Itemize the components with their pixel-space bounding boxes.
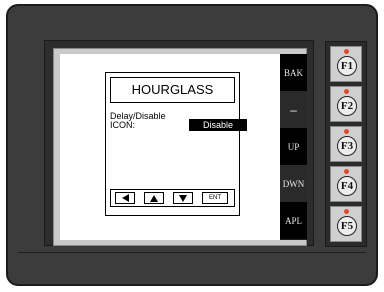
f3-led-indicator bbox=[344, 129, 349, 134]
f5-key-label: F5 bbox=[337, 216, 357, 236]
housing-divider bbox=[18, 252, 366, 253]
down-triangle-icon bbox=[179, 194, 187, 202]
ent-button[interactable]: ENT bbox=[202, 192, 228, 204]
function-key-column: F1 F2 F3 F4 F5 bbox=[325, 41, 367, 247]
up-triangle-icon bbox=[150, 194, 158, 202]
f5-led-indicator bbox=[344, 209, 349, 214]
f4-key-label: F4 bbox=[337, 176, 357, 196]
left-triangle-icon bbox=[121, 194, 129, 202]
down-key[interactable]: DWN bbox=[280, 165, 307, 202]
f3-key[interactable]: F3 bbox=[330, 126, 362, 162]
f3-key-label: F3 bbox=[337, 136, 357, 156]
up-button[interactable] bbox=[144, 192, 164, 204]
f1-key-label: F1 bbox=[337, 56, 357, 76]
up-key[interactable]: UP bbox=[280, 128, 307, 165]
ent-label: ENT bbox=[209, 195, 221, 201]
field-label-icon: ICON: bbox=[110, 120, 136, 130]
f2-key[interactable]: F2 bbox=[330, 86, 362, 122]
side-key-strip: BAK – UP DWN APL bbox=[280, 54, 307, 240]
display-screen: HOURGLASS Delay/Disable ICON: Disable EN… bbox=[60, 54, 280, 240]
apl-key[interactable]: APL bbox=[280, 202, 307, 239]
f2-key-label: F2 bbox=[337, 96, 357, 116]
f2-led-indicator bbox=[344, 89, 349, 94]
hourglass-dialog: HOURGLASS Delay/Disable ICON: Disable EN… bbox=[105, 72, 247, 216]
left-button[interactable] bbox=[115, 192, 135, 204]
f4-key[interactable]: F4 bbox=[330, 166, 362, 202]
dialog-title: HOURGLASS bbox=[110, 77, 235, 103]
f5-key[interactable]: F5 bbox=[330, 206, 362, 242]
minus-key[interactable]: – bbox=[280, 91, 307, 128]
bak-key[interactable]: BAK bbox=[280, 54, 307, 91]
f1-key[interactable]: F1 bbox=[330, 46, 362, 82]
icon-setting-value[interactable]: Disable bbox=[189, 119, 247, 131]
navigation-button-row: ENT bbox=[110, 189, 235, 207]
down-button[interactable] bbox=[173, 192, 193, 204]
f4-led-indicator bbox=[344, 169, 349, 174]
f1-led-indicator bbox=[344, 49, 349, 54]
